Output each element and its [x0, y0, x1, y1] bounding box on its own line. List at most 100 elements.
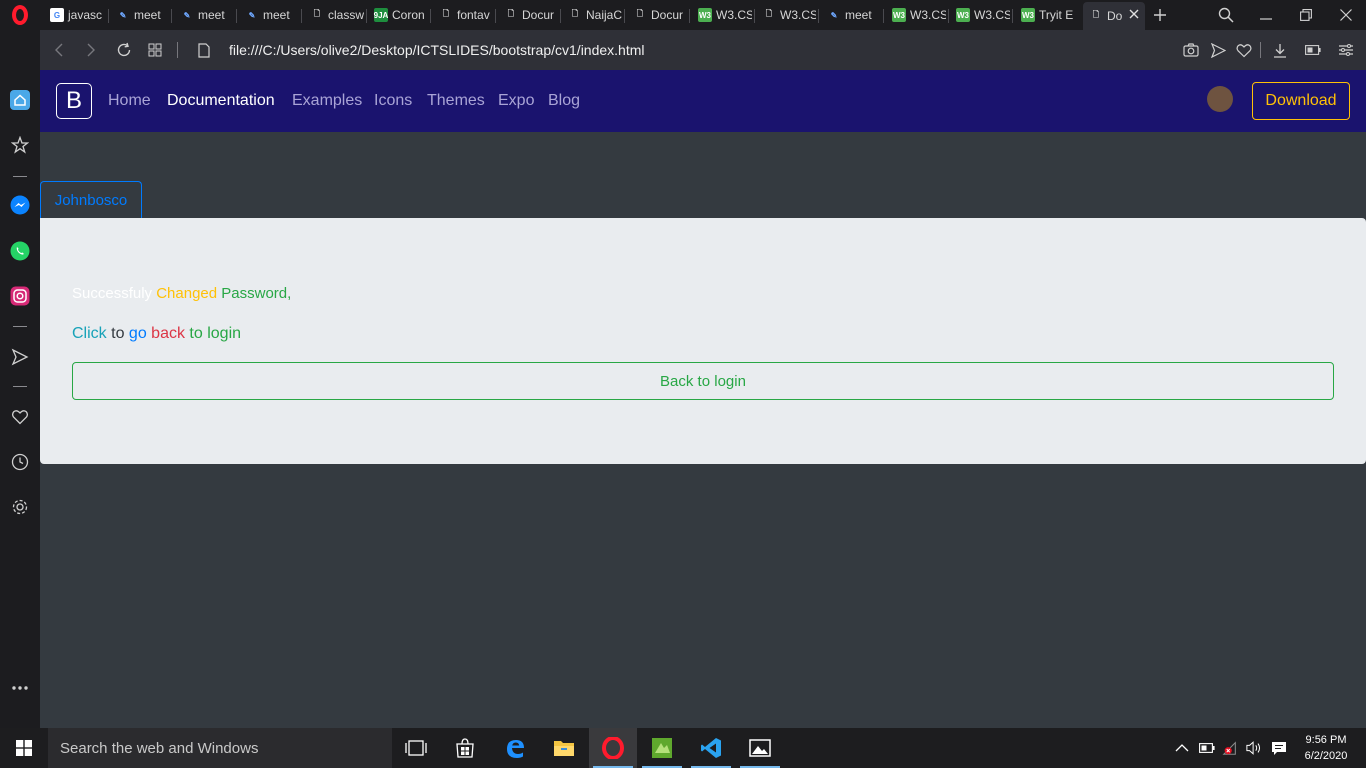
vscode-icon[interactable] — [687, 728, 735, 768]
new-tab-plus-icon[interactable] — [1140, 0, 1180, 30]
forward-arrow-icon[interactable] — [81, 40, 101, 60]
download-button[interactable]: Download — [1252, 82, 1350, 120]
whatsapp-icon[interactable] — [8, 239, 32, 263]
sublime-text-icon[interactable] — [638, 728, 686, 768]
nav-link-icons[interactable]: Icons — [374, 92, 412, 110]
success-word: Successfuly — [72, 285, 153, 302]
browser-tab[interactable]: ✎ meet — [239, 3, 299, 27]
nav-link-blog[interactable]: Blog — [548, 92, 580, 110]
clock-date: 6/2/2020 — [1304, 750, 1348, 762]
browser-tab-active[interactable]: 🗋 Do — [1083, 2, 1145, 30]
taskbar-search-input[interactable]: Search the web and Windows — [48, 728, 392, 768]
flow-send-icon[interactable] — [8, 345, 32, 369]
tab-johnbosco[interactable]: Johnbosco — [40, 181, 142, 218]
tab-divider — [495, 9, 496, 23]
instruction-text: Click to go back to login — [72, 325, 241, 343]
messenger-icon[interactable] — [8, 193, 32, 217]
download-icon[interactable] — [1270, 40, 1290, 60]
battery-icon[interactable] — [1199, 740, 1215, 756]
volume-icon[interactable] — [1246, 740, 1262, 756]
avatar[interactable] — [1207, 86, 1233, 112]
back-word: back — [151, 325, 185, 342]
speed-dial-icon[interactable] — [8, 133, 32, 157]
back-to-login-button[interactable]: Back to login — [72, 362, 1334, 400]
brand-logo[interactable]: B — [56, 83, 92, 119]
home-icon[interactable] — [8, 88, 32, 112]
nav-link-home[interactable]: Home — [108, 92, 151, 110]
w3-icon: W3 — [956, 8, 970, 22]
nav-link-themes[interactable]: Themes — [427, 92, 485, 110]
opera-taskbar-icon[interactable] — [589, 728, 637, 768]
browser-tab[interactable]: 🗋 Docur — [498, 3, 558, 27]
close-tab-icon[interactable] — [1127, 7, 1141, 21]
document-icon: 🗋 — [313, 9, 321, 18]
taskbar-clock[interactable]: 9:56 PM 6/2/2020 — [1296, 732, 1356, 764]
store-icon[interactable] — [441, 728, 489, 768]
photos-app-icon[interactable] — [736, 728, 784, 768]
nav-link-documentation[interactable]: Documentation — [167, 92, 275, 110]
sidebar-divider — [13, 326, 27, 327]
document-icon: 🗋 — [636, 9, 644, 18]
bookmark-heart-icon[interactable] — [1234, 40, 1254, 60]
opera-menu-icon[interactable] — [0, 0, 40, 30]
heart-icon[interactable] — [8, 405, 32, 429]
tab-divider — [430, 9, 431, 23]
document-icon: 🗋 — [507, 9, 515, 18]
nav-link-examples[interactable]: Examples — [292, 92, 362, 110]
settings-gear-icon[interactable] — [8, 495, 32, 519]
w3-icon: W3 — [698, 8, 712, 22]
browser-tab[interactable]: 9JA Coron — [368, 3, 428, 27]
tab-strip: Gjavasc ✎ meet ✎ meet ✎ meet 🗋 classw 9JA Cor… — [40, 0, 1366, 30]
easy-setup-menu-icon[interactable] — [1336, 40, 1356, 60]
browser-tab[interactable]: W3 W3.CS — [886, 3, 946, 27]
changed-word: Changed — [156, 285, 218, 302]
tab-divider — [883, 9, 884, 23]
sidebar-divider — [13, 386, 27, 387]
tray-chevron-up-icon[interactable] — [1174, 740, 1190, 756]
windows-taskbar: Search the web and Windows 9:56 PM 6/2/2… — [0, 728, 1366, 768]
browser-tab[interactable]: ✎ meet — [110, 3, 170, 27]
battery-saver-icon[interactable] — [1303, 40, 1323, 60]
close-window-icon[interactable] — [1326, 0, 1366, 30]
history-clock-icon[interactable] — [8, 450, 32, 474]
task-view-icon[interactable] — [392, 728, 440, 768]
success-message: Successfuly Changed Password, — [72, 285, 291, 302]
back-arrow-icon[interactable] — [49, 40, 69, 60]
browser-tab[interactable]: ✎ meet — [174, 3, 234, 27]
file-explorer-icon[interactable] — [540, 728, 588, 768]
restore-icon[interactable] — [1286, 0, 1326, 30]
click-word: Click — [72, 325, 107, 342]
tab-divider — [948, 9, 949, 23]
send-to-flow-icon[interactable] — [1208, 40, 1228, 60]
browser-tab[interactable]: 🗋 Docur — [627, 3, 687, 27]
tab-divider — [689, 9, 690, 23]
browser-tab[interactable]: 🗋 NaijaC — [562, 3, 622, 27]
tab-divider — [754, 9, 755, 23]
browser-tab[interactable]: W3 W3.CS — [692, 3, 752, 27]
browser-tab[interactable]: W3 Tryit E — [1015, 3, 1075, 27]
url-text[interactable]: file:///C:/Users/olive2/Desktop/ICTSLIDE… — [229, 42, 645, 58]
tab-grid-icon[interactable] — [145, 40, 165, 60]
browser-tab[interactable]: Gjavasc — [44, 3, 102, 27]
w3-icon: W3 — [892, 8, 906, 22]
browser-tab[interactable]: 🗋 fontav — [433, 3, 493, 27]
minimize-icon[interactable] — [1246, 0, 1286, 30]
more-dots-icon[interactable] — [8, 676, 32, 700]
message-card: Successfuly Changed Password, Click to g… — [40, 218, 1366, 464]
browser-tab[interactable]: 🗋 W3.CS — [756, 3, 816, 27]
browser-tab[interactable]: ✎ meet — [821, 3, 881, 27]
instagram-icon[interactable] — [8, 284, 32, 308]
browser-tab[interactable]: 🗋 classw — [304, 3, 364, 27]
nav-link-expo[interactable]: Expo — [498, 92, 534, 110]
search-tabs-icon[interactable] — [1206, 0, 1246, 30]
windows-start-icon[interactable] — [0, 728, 48, 768]
edge-browser-icon[interactable] — [491, 728, 539, 768]
browser-tab[interactable]: W3 W3.CS — [950, 3, 1010, 27]
network-disconnected-icon[interactable] — [1222, 740, 1238, 756]
reload-icon[interactable] — [114, 40, 134, 60]
tab-divider — [171, 9, 172, 23]
address-bar: file:///C:/Users/olive2/Desktop/ICTSLIDE… — [40, 30, 1366, 70]
tab-divider — [624, 9, 625, 23]
action-center-icon[interactable] — [1271, 740, 1287, 756]
snapshot-camera-icon[interactable] — [1181, 40, 1201, 60]
